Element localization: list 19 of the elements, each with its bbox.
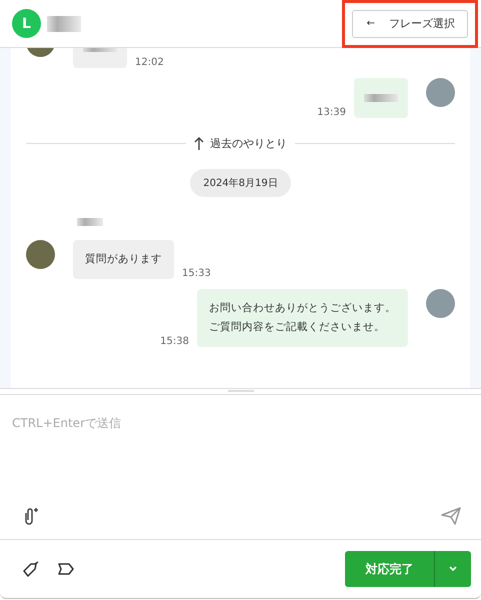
channel-badge: L (12, 9, 41, 38)
date-label: 2024年8月19日 (190, 169, 291, 197)
message-bubble: 質問があります (73, 240, 174, 279)
avatar-photo (426, 289, 455, 318)
tag-icon[interactable] (22, 561, 40, 577)
history-link[interactable]: 過去のやりとり (210, 136, 287, 151)
avatar-photo (26, 240, 55, 269)
send-icon[interactable] (441, 507, 461, 525)
chevron-down-icon (448, 566, 458, 572)
avatar-photo (426, 78, 455, 107)
message-bubble: お問い合わせありがとうございます。 ご質問内容をご記載くださいませ。 (197, 289, 408, 347)
phrase-select-button[interactable]: ← フレーズ選択 (352, 10, 468, 38)
message-time: 13:39 (317, 107, 346, 118)
label-icon[interactable] (57, 562, 75, 576)
message-time: 15:33 (182, 268, 211, 279)
resize-handle[interactable] (228, 390, 254, 392)
up-arrow-icon (194, 136, 204, 150)
message-time: 15:38 (160, 336, 189, 347)
message-time: 12:02 (135, 57, 164, 68)
